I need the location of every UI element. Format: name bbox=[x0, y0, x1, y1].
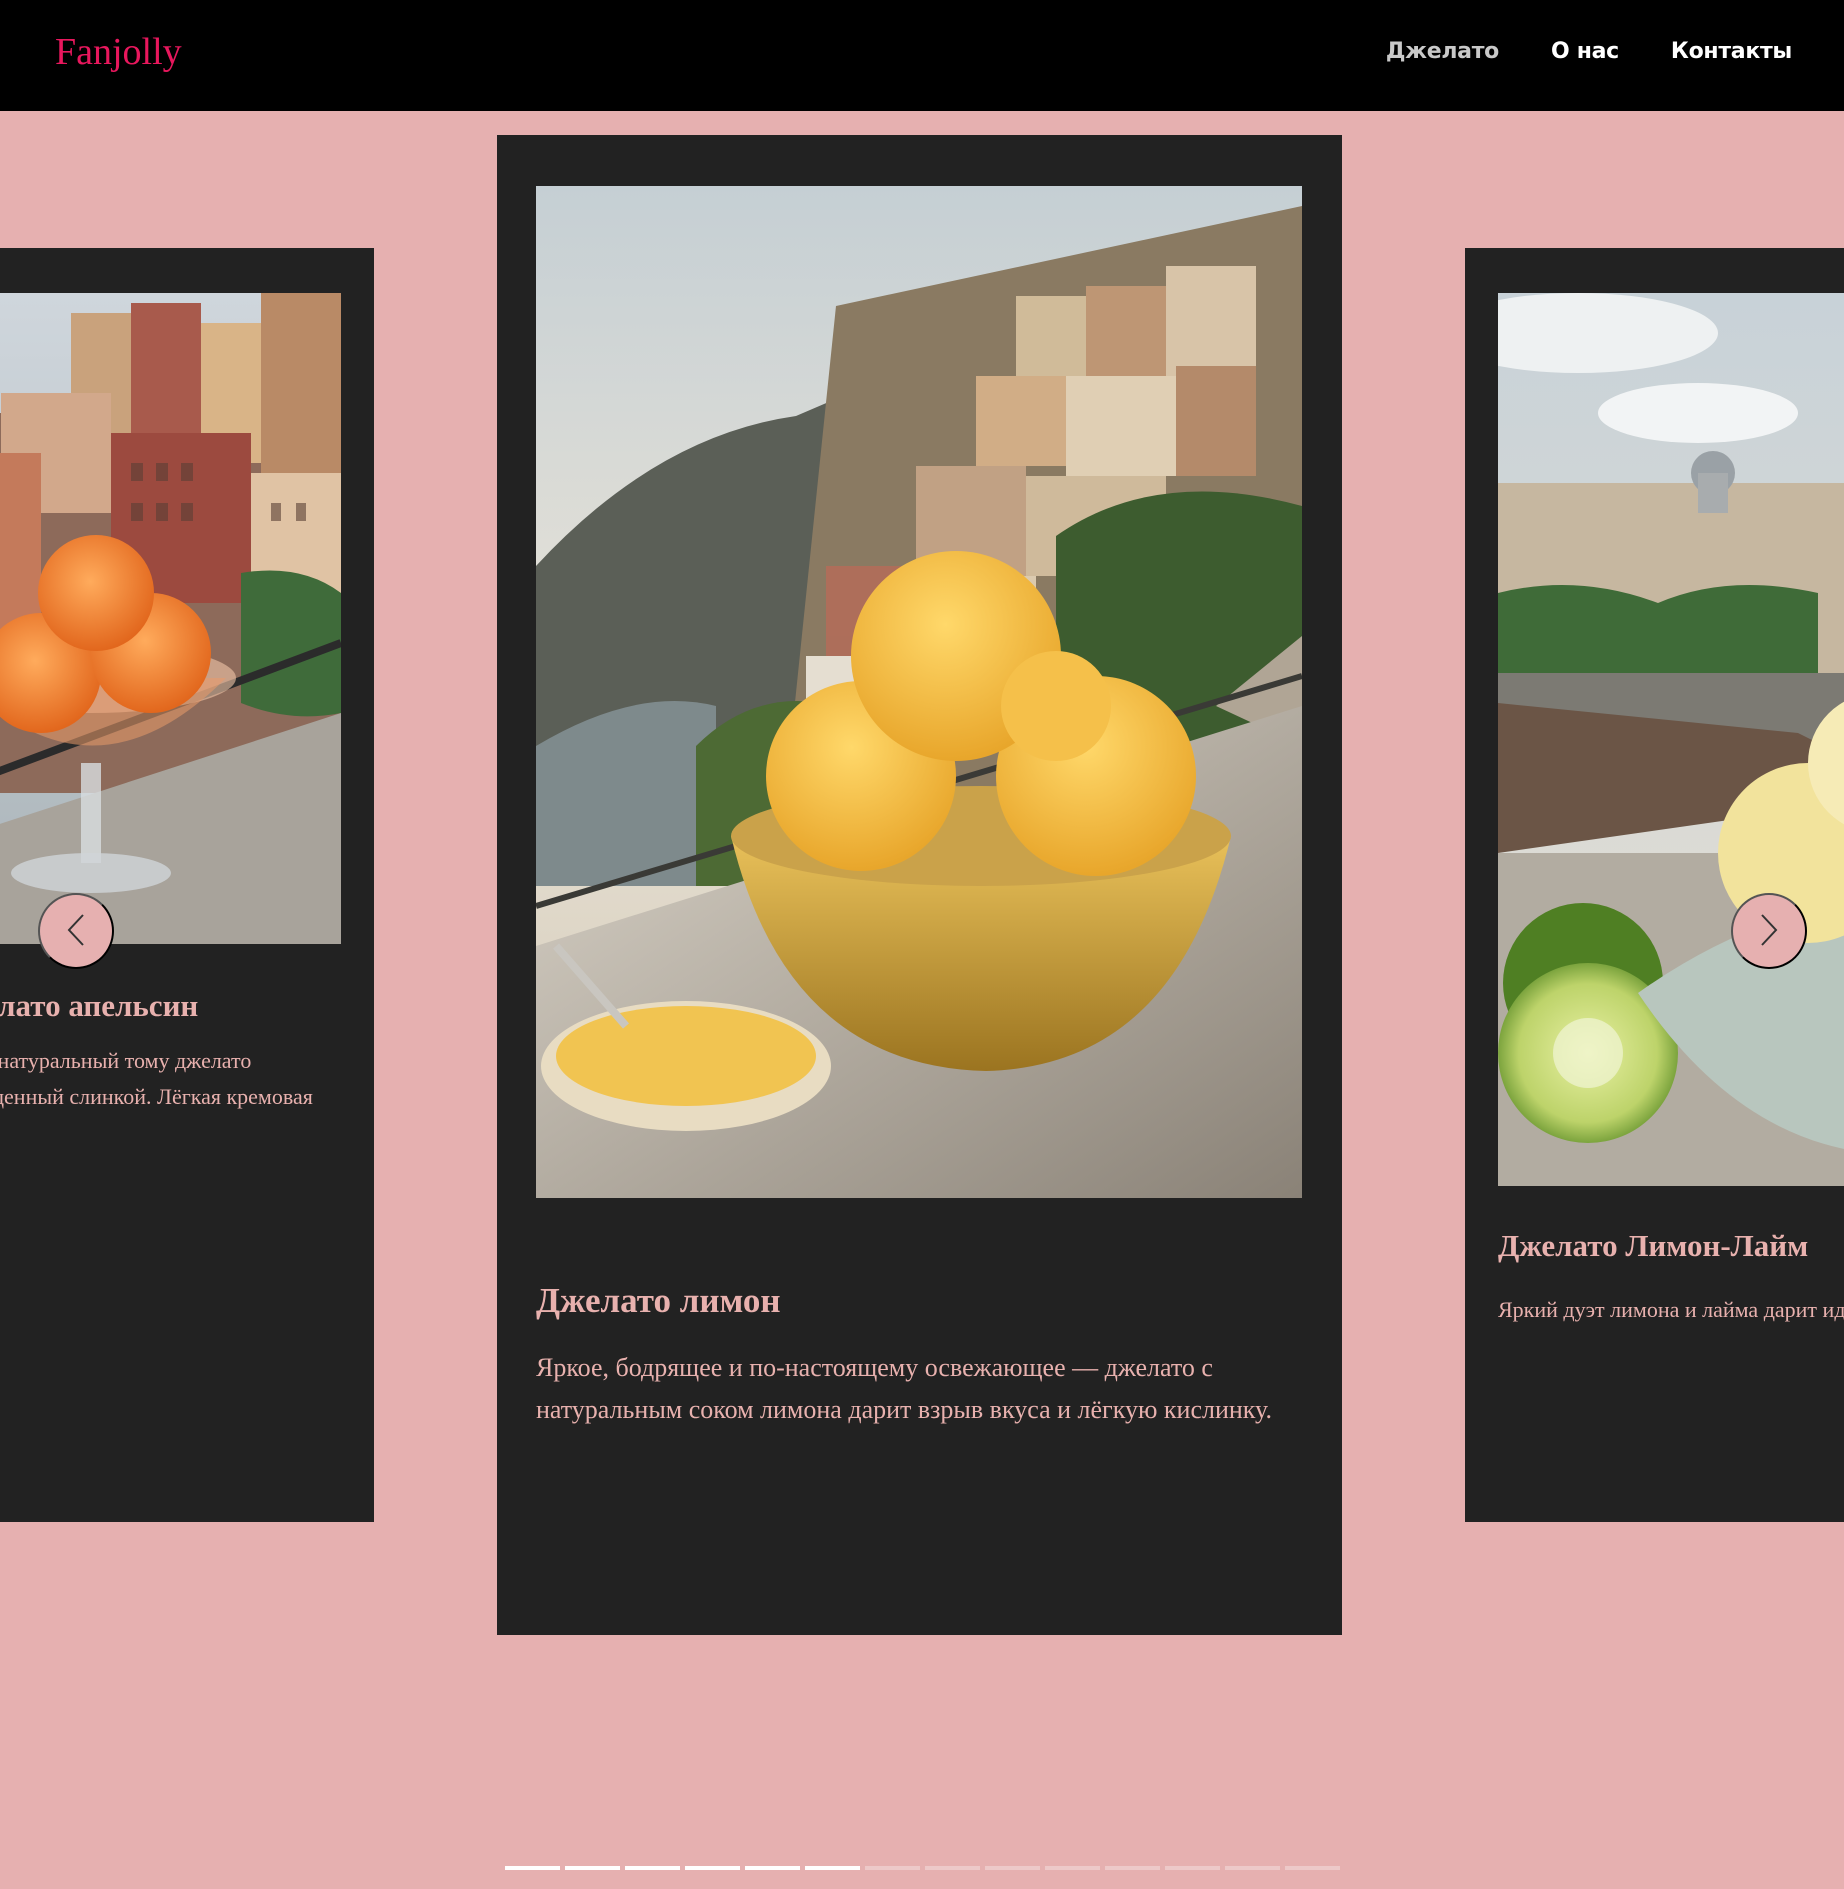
main-menu: Джелато О нас Контакты bbox=[1386, 36, 1792, 68]
pagination-dot[interactable] bbox=[1045, 1866, 1100, 1870]
pagination-dot[interactable] bbox=[625, 1866, 680, 1870]
slide-description: ий — натуральный тому джелато насыщенный… bbox=[0, 1048, 313, 1109]
carousel-next-button[interactable] bbox=[1731, 893, 1807, 969]
nav-about-link[interactable]: О нас bbox=[1551, 36, 1619, 68]
pagination-dot[interactable] bbox=[1105, 1866, 1160, 1870]
slide-title: Джелато лимон bbox=[536, 1281, 781, 1320]
pagination-dot[interactable] bbox=[925, 1866, 980, 1870]
pagination-dot[interactable] bbox=[1285, 1866, 1340, 1870]
pagination-dot[interactable] bbox=[505, 1866, 560, 1870]
pagination-dot[interactable] bbox=[745, 1866, 800, 1870]
pagination-dot[interactable] bbox=[1165, 1866, 1220, 1870]
nav-contacts-link[interactable]: Контакты bbox=[1671, 36, 1792, 68]
pagination-dot[interactable] bbox=[565, 1866, 620, 1870]
pagination-dot[interactable] bbox=[685, 1866, 740, 1870]
carousel-slide-active[interactable]: Джелато лимон Яркое, бодрящее и по-насто… bbox=[497, 135, 1342, 1635]
carousel-slide-next[interactable]: Джелато Лимон-Лайм Яркий дуэт лимона и л… bbox=[1465, 248, 1844, 1522]
slide-visible-area bbox=[0, 248, 374, 1522]
chevron-left-icon bbox=[65, 913, 87, 950]
gelato-carousel: Джелато апельсин ий — натуральный тому д… bbox=[0, 111, 1844, 1889]
top-navbar: Fanjolly Джелато О нас Контакты bbox=[0, 0, 1844, 111]
carousel-prev-button[interactable] bbox=[38, 893, 114, 969]
brand-logo[interactable]: Fanjolly bbox=[55, 28, 182, 76]
slide-title: Джелато апельсин bbox=[0, 988, 199, 1023]
pagination-dot[interactable] bbox=[985, 1866, 1040, 1870]
nav-gelato-link[interactable]: Джелато bbox=[1386, 36, 1499, 68]
slide-description: Яркий дуэт лимона и лайма дарит идеальны… bbox=[1498, 1297, 1844, 1322]
lemon-lime-gelato-photo bbox=[1498, 293, 1844, 1186]
lemon-gelato-photo bbox=[536, 186, 1302, 1198]
carousel-slide-previous[interactable]: Джелато апельсин ий — натуральный тому д… bbox=[0, 248, 374, 1522]
pagination-dot[interactable] bbox=[1225, 1866, 1280, 1870]
slide-title: Джелато Лимон-Лайм bbox=[1498, 1228, 1809, 1263]
carousel-pagination bbox=[505, 1866, 1340, 1870]
pagination-dot[interactable] bbox=[805, 1866, 860, 1870]
chevron-right-icon bbox=[1758, 913, 1780, 950]
slide-description: Яркое, бодрящее и по-настоящему освежающ… bbox=[536, 1353, 1272, 1424]
pagination-dot[interactable] bbox=[865, 1866, 920, 1870]
